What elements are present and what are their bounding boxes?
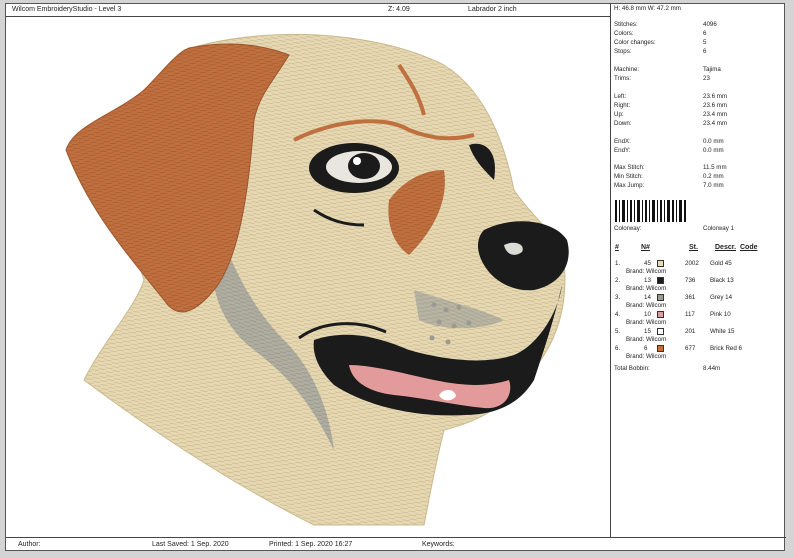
row-number: 4. — [615, 311, 621, 318]
thread-description: Pink 10 — [710, 311, 731, 318]
stitches-value: 4096 — [703, 21, 717, 28]
panel-divider — [610, 4, 611, 538]
down-value: 23.4 mm — [703, 120, 728, 127]
thread-color-swatch — [657, 277, 664, 284]
stitch-count: 2002 — [685, 260, 699, 267]
stitch-count: 677 — [685, 345, 696, 352]
design-name: Labrador 2 inch — [468, 6, 517, 13]
up-label: Up: — [614, 111, 624, 118]
thread-color-swatch — [657, 260, 664, 267]
row-number: 1. — [615, 260, 621, 267]
min-stitch-value: 0.2 mm — [703, 173, 724, 180]
thread-brand: Brand: Wilcom — [626, 336, 667, 343]
zoom-level: Z: 4.09 — [388, 6, 410, 13]
thread-number: 6 — [644, 345, 648, 352]
thread-row: 1. 45 2002 Gold 45 Brand: Wilcom — [612, 260, 782, 277]
thread-row: 5. 15 201 White 15 Brand: Wilcom — [612, 328, 782, 345]
size-readout: H: 46.8 mm W: 47.2 mm — [614, 5, 681, 12]
stitches-label: Stitches: — [614, 21, 638, 28]
down-label: Down: — [614, 120, 632, 127]
printed-date: Printed: 1 Sep. 2020 16:27 — [269, 541, 353, 548]
colors-value: 6 — [703, 30, 707, 37]
thread-number: 10 — [644, 311, 651, 318]
thread-brand: Brand: Wilcom — [626, 353, 667, 360]
row-number: 6. — [615, 345, 621, 352]
machine-value: Tajima — [703, 66, 721, 73]
max-stitch-label: Max Stitch: — [614, 164, 645, 171]
colorway-value: Colorway 1 — [703, 225, 734, 232]
row-number: 2. — [615, 277, 621, 284]
thread-number: 14 — [644, 294, 651, 301]
trims-value: 23 — [703, 75, 710, 82]
thread-row: 2. 13 736 Black 13 Brand: Wilcom — [612, 277, 782, 294]
header-bar: Wilcom EmbroideryStudio - Level 3 Z: 4.0… — [6, 4, 610, 17]
max-jump-value: 7.0 mm — [703, 182, 724, 189]
col-header-n: N# — [641, 244, 650, 251]
color-changes-value: 5 — [703, 39, 707, 46]
right-value: 23.6 mm — [703, 102, 728, 109]
up-value: 23.4 mm — [703, 111, 728, 118]
endx-value: 0.0 mm — [703, 138, 724, 145]
thread-brand: Brand: Wilcom — [626, 319, 667, 326]
row-number: 5. — [615, 328, 621, 335]
design-info-panel: H: 46.8 mm W: 47.2 mm Stitches: 4096 Col… — [612, 4, 784, 536]
thread-description: Brick Red 6 — [710, 345, 742, 352]
endy-value: 0.0 mm — [703, 147, 724, 154]
stitch-count: 361 — [685, 294, 696, 301]
right-label: Right: — [614, 102, 631, 109]
thread-color-swatch — [657, 294, 664, 301]
thread-brand: Brand: Wilcom — [626, 268, 667, 275]
color-changes-label: Color changes: — [614, 39, 656, 46]
colors-label: Colors: — [614, 30, 634, 37]
print-preview-sheet: Wilcom EmbroideryStudio - Level 3 Z: 4.0… — [5, 3, 786, 552]
machine-label: Machine: — [614, 66, 640, 73]
col-header-num: # — [615, 244, 619, 251]
max-jump-label: Max Jump: — [614, 182, 645, 189]
stops-label: Stops: — [614, 48, 632, 55]
colorway-label: Colorway: — [614, 225, 642, 232]
row-number: 3. — [615, 294, 621, 301]
col-header-st: St. — [689, 244, 698, 251]
thread-row: 4. 10 117 Pink 10 Brand: Wilcom — [612, 311, 782, 328]
last-saved: Last Saved: 1 Sep. 2020 — [152, 541, 229, 548]
thread-row: 6. 6 677 Brick Red 6 Brand: Wilcom — [612, 345, 782, 362]
thread-brand: Brand: Wilcom — [626, 285, 667, 292]
thread-description: Black 13 — [710, 277, 734, 284]
thread-color-swatch — [657, 328, 664, 335]
total-bobbin-value: 8.44m — [703, 365, 721, 372]
thread-number: 15 — [644, 328, 651, 335]
keywords-label: Keywords: — [422, 541, 455, 548]
endx-label: EndX: — [614, 138, 631, 145]
total-bobbin-label: Total Bobbin: — [614, 365, 650, 372]
endy-label: EndY: — [614, 147, 631, 154]
min-stitch-label: Min Stitch: — [614, 173, 643, 180]
thread-description: Gold 45 — [710, 260, 732, 267]
author-label: Author: — [18, 541, 41, 548]
thread-number: 45 — [644, 260, 651, 267]
col-header-code: Code — [740, 244, 758, 251]
footer-bar: Author: Last Saved: 1 Sep. 2020 Printed:… — [6, 537, 786, 552]
thread-number: 13 — [644, 277, 651, 284]
thread-brand: Brand: Wilcom — [626, 302, 667, 309]
thread-description: Grey 14 — [710, 294, 733, 301]
col-header-descr: Descr. — [715, 244, 737, 251]
trims-label: Trims: — [614, 75, 631, 82]
stitch-count: 736 — [685, 277, 696, 284]
app-title: Wilcom EmbroideryStudio - Level 3 — [12, 6, 122, 13]
thread-description: White 15 — [710, 328, 735, 335]
barcode — [615, 200, 687, 222]
thread-color-swatch — [657, 311, 664, 318]
thread-color-swatch — [657, 345, 664, 352]
left-label: Left: — [614, 93, 627, 100]
stitch-count: 117 — [685, 311, 695, 318]
max-stitch-value: 11.5 mm — [703, 164, 727, 171]
stitch-count: 201 — [685, 328, 696, 335]
embroidery-design — [65, 33, 569, 526]
thread-row: 3. 14 361 Grey 14 Brand: Wilcom — [612, 294, 782, 311]
stops-value: 6 — [703, 48, 707, 55]
left-value: 23.6 mm — [703, 93, 728, 100]
